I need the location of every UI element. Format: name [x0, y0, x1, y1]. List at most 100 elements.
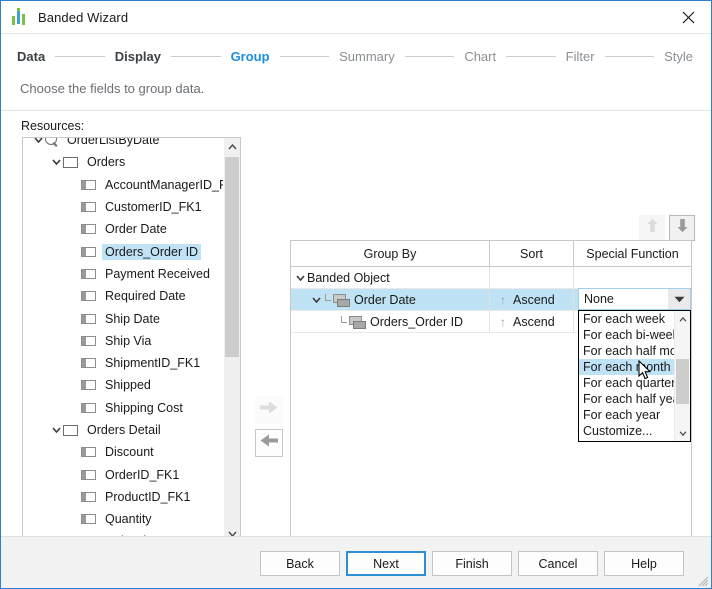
column-header-group-by[interactable]: Group By: [291, 241, 490, 266]
window-title: Banded Wizard: [38, 10, 128, 25]
step-style[interactable]: Style: [664, 49, 693, 64]
tree-scrollbar[interactable]: [223, 138, 240, 542]
tree-item-label: Orders: [84, 154, 128, 170]
step-filter[interactable]: Filter: [566, 49, 595, 64]
field-icon: [81, 291, 96, 301]
column-header-sort[interactable]: Sort: [490, 241, 574, 266]
cell-group-by-label: Order Date: [354, 293, 416, 307]
chevron-down-icon[interactable]: [668, 289, 690, 309]
tree-spacer: [325, 315, 339, 329]
page-subtitle: Choose the fields to group data.: [1, 81, 711, 96]
field-icon: [81, 269, 96, 279]
step-group[interactable]: Group: [231, 49, 270, 64]
tree-elbow-icon: [323, 294, 332, 306]
tree-item[interactable]: ShipmentID_FK1: [23, 352, 225, 374]
chevron-down-icon[interactable]: [49, 155, 63, 169]
chevron-down-icon[interactable]: [49, 423, 63, 437]
close-icon[interactable]: [665, 1, 711, 33]
back-button[interactable]: Back: [260, 551, 340, 576]
step-summary[interactable]: Summary: [339, 49, 395, 64]
tree-item[interactable]: Required Date: [23, 285, 225, 307]
chevron-down-icon[interactable]: [293, 271, 307, 285]
step-separator: [405, 56, 455, 57]
tree-elbow-icon: [339, 316, 348, 328]
tree-item-label: Ship Via: [102, 333, 154, 349]
scroll-down-icon[interactable]: [675, 425, 690, 441]
tree-item[interactable]: OrderID_FK1: [23, 463, 225, 485]
tree-item[interactable]: Ship Via: [23, 330, 225, 352]
tree-item[interactable]: Quantity: [23, 508, 225, 530]
field-icon: [81, 180, 96, 190]
tree-item[interactable]: CustomerID_FK1: [23, 196, 225, 218]
special-function-dropdown[interactable]: For each weekFor each bi-weekFor each ha…: [578, 310, 691, 442]
next-button[interactable]: Next: [346, 551, 426, 576]
help-button[interactable]: Help: [604, 551, 684, 576]
magnifier-icon: [45, 137, 59, 147]
field-icon: [81, 314, 96, 324]
arrow-down-icon: [677, 218, 688, 238]
tree-item-label: Orders_Order ID: [102, 244, 201, 260]
tree-item[interactable]: ProductID_FK1: [23, 486, 225, 508]
field-icon: [81, 336, 96, 346]
tree-item[interactable]: Discount: [23, 441, 225, 463]
step-data[interactable]: Data: [17, 49, 45, 64]
column-header-special-function[interactable]: Special Function: [574, 241, 691, 266]
cell-sort-label: Ascend: [513, 315, 555, 329]
tree-spacer: [67, 178, 81, 192]
tree-spacer: [67, 490, 81, 504]
tree-item[interactable]: Payment Received: [23, 263, 225, 285]
move-up-button[interactable]: [639, 215, 665, 241]
cell-special-function[interactable]: [574, 267, 691, 288]
tree-spacer: [67, 512, 81, 526]
tree-item[interactable]: Orders Detail: [23, 419, 225, 441]
tree-item[interactable]: Ship Date: [23, 307, 225, 329]
tree-item-label: Payment Received: [102, 266, 213, 282]
cell-sort[interactable]: ↑Ascend: [490, 289, 574, 310]
cell-group-by-label: Banded Object: [307, 271, 390, 285]
tree-item-label: Required Date: [102, 288, 189, 304]
tree-item[interactable]: Shipped: [23, 374, 225, 396]
add-field-button[interactable]: [255, 396, 283, 424]
sort-ascend-icon: ↑: [500, 294, 506, 306]
tree-item[interactable]: Orders: [23, 151, 225, 173]
dropdown-scrollbar-thumb[interactable]: [676, 359, 689, 404]
cancel-button[interactable]: Cancel: [518, 551, 598, 576]
cell-sort[interactable]: [490, 267, 574, 288]
dropdown-scrollbar[interactable]: [674, 311, 690, 441]
cell-sort[interactable]: ↑ Ascend: [490, 311, 574, 332]
tree-item[interactable]: Orders_Order ID: [23, 240, 225, 262]
remove-field-button[interactable]: [255, 429, 283, 457]
tree-item[interactable]: Shipping Cost: [23, 397, 225, 419]
cell-group-by[interactable]: Orders_Order ID: [291, 311, 490, 332]
group-icon: [333, 294, 349, 306]
step-separator: [280, 56, 330, 57]
tree-spacer: [67, 245, 81, 259]
cell-group-by-label: Orders_Order ID: [370, 315, 463, 329]
tree-item[interactable]: AccountManagerID_FK1: [23, 174, 225, 196]
arrow-up-icon: [647, 218, 658, 238]
scroll-up-icon[interactable]: [224, 138, 240, 155]
finish-button[interactable]: Finish: [432, 551, 512, 576]
tree-scrollbar-thumb[interactable]: [225, 157, 239, 357]
special-function-combo[interactable]: None: [578, 288, 691, 310]
banded-wizard-window: Banded Wizard Data Display Group Summary…: [0, 0, 712, 589]
chevron-down-icon[interactable]: [309, 293, 323, 307]
tree-item[interactable]: OrderListByDate: [23, 137, 225, 151]
table-row[interactable]: Banded Object: [291, 267, 691, 289]
field-icon: [81, 403, 96, 413]
cell-group-by[interactable]: Banded Object: [291, 267, 490, 288]
cell-group-by[interactable]: Order Date: [291, 289, 490, 310]
resources-tree[interactable]: OrderListByDate Orders AccountManagerID_FK…: [22, 137, 241, 543]
move-down-button[interactable]: [669, 215, 695, 241]
tree-spacer: [67, 378, 81, 392]
tree-item-label: Shipped: [102, 377, 154, 393]
resize-grip[interactable]: [697, 574, 709, 586]
arrow-right-icon: [260, 401, 278, 419]
sort-ascend-icon: ↑: [500, 316, 506, 328]
step-chart[interactable]: Chart: [464, 49, 496, 64]
step-display[interactable]: Display: [115, 49, 161, 64]
chevron-down-icon[interactable]: [31, 137, 45, 147]
scroll-up-icon[interactable]: [675, 311, 690, 327]
table-icon: [63, 157, 78, 168]
tree-item[interactable]: Order Date: [23, 218, 225, 240]
